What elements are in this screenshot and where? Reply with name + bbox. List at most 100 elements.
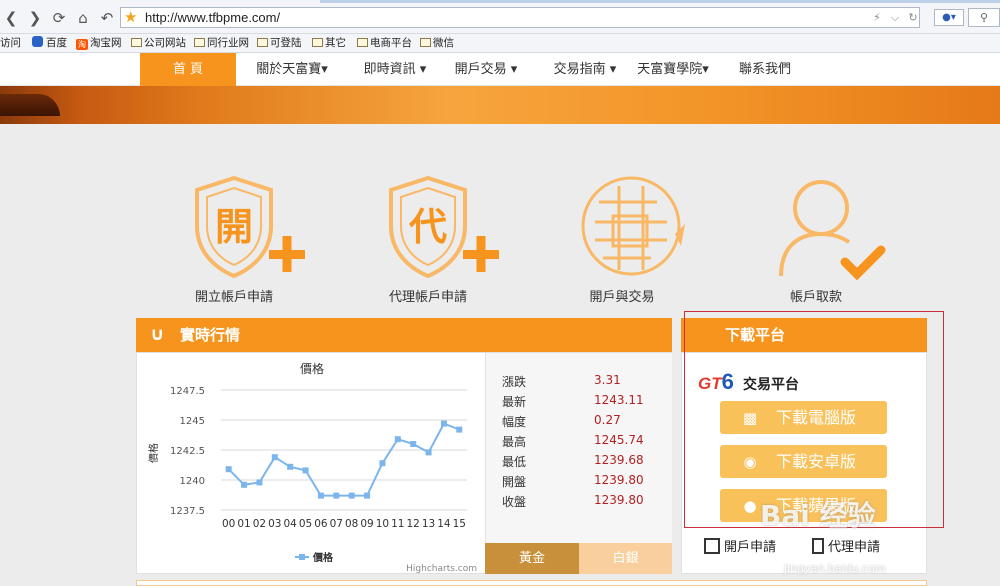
folder-icon — [420, 38, 431, 47]
nav-home[interactable]: 首 頁 — [140, 53, 236, 86]
nav-about[interactable]: 關於天富寶▾ — [244, 53, 340, 86]
nav-news[interactable]: 即時資訊 ▾ — [350, 53, 440, 86]
folder-icon — [257, 38, 268, 47]
data-point[interactable] — [394, 436, 401, 443]
legend[interactable]: 價格 — [295, 551, 334, 564]
agent-apply-link[interactable]: 代理申請 — [812, 536, 880, 555]
data-point[interactable] — [379, 460, 386, 467]
trend-icon: ∪ — [150, 324, 165, 345]
data-point[interactable] — [364, 492, 371, 499]
feature-open-account[interactable]: 開 開立帳戶申請 — [144, 174, 324, 306]
data-point[interactable] — [256, 479, 263, 486]
stats-table: 漲跌 3.31 最新 1243.11 幅度 0.27 最高 1245.74 最低 1239… — [485, 353, 672, 543]
x-tick-label: 09 — [360, 518, 373, 530]
dropdown-icon[interactable]: ⌵ — [887, 9, 903, 26]
y-tick-label: 1237.5 — [170, 506, 205, 517]
baidu-watermark-url: jingyan.baidu.com — [784, 562, 886, 575]
search-icon[interactable]: ⚲ — [968, 8, 1000, 27]
data-point[interactable] — [287, 463, 294, 470]
browser-toolbar: ❮ ❯ ⟳ ⌂ ↶ ★ http://www.tfbpme.com/ ⚡ ⌵ ↻… — [0, 0, 1000, 34]
bookmark-item[interactable]: 电商平台 — [357, 36, 412, 51]
legend-item: 價格 — [312, 551, 334, 564]
data-point[interactable] — [302, 467, 309, 474]
data-point[interactable] — [241, 481, 248, 488]
forward-icon[interactable]: ❯ — [26, 9, 44, 27]
bookmark-item[interactable]: 公司网站 — [131, 36, 186, 51]
baidu-watermark: Bai 经验 — [760, 499, 876, 532]
data-point[interactable] — [425, 449, 432, 456]
folder-icon — [357, 38, 368, 47]
x-tick-label: 00 — [222, 518, 235, 530]
feature-trading[interactable]: 開戶與交易 — [532, 174, 712, 306]
baidu-paw-icon — [32, 36, 43, 47]
data-point[interactable] — [440, 420, 447, 427]
edit-icon — [704, 538, 720, 554]
open-account-link[interactable]: 開戶申請 — [704, 536, 776, 555]
x-tick-label: 02 — [253, 518, 266, 530]
hero-banner — [0, 86, 1000, 124]
nav-account[interactable]: 開戶交易 ▾ — [446, 53, 526, 86]
x-tick-label: 06 — [314, 518, 328, 530]
shield-plus-icon: 代 — [389, 175, 499, 279]
price-chart: 1237.512401242.512451247.5 00 01 02 03 04 05 0… — [147, 361, 477, 574]
x-tick-label: 14 — [437, 518, 451, 530]
x-tick-label: 01 — [237, 518, 250, 530]
tab-silver[interactable]: 白銀 — [579, 543, 672, 574]
series-line — [227, 422, 460, 497]
feature-withdraw[interactable]: 帳戶取款 — [726, 174, 906, 306]
y-axis-label: 價格 — [147, 443, 160, 463]
favorite-star-icon[interactable]: ★ — [124, 8, 137, 27]
bookmark-item[interactable]: 百度 — [32, 36, 67, 51]
svg-text:代: 代 — [409, 205, 447, 249]
y-tick-label: 1245 — [180, 416, 205, 427]
nav-academy[interactable]: 天富寶學院▾ — [628, 53, 718, 86]
search-engine-icon[interactable]: ●▾ — [934, 9, 964, 26]
taobao-icon: 淘 — [76, 39, 88, 50]
y-tick-label: 1240 — [180, 476, 205, 487]
nav-guide[interactable]: 交易指南 ▾ — [540, 53, 630, 86]
bookmark-item[interactable]: 微信 — [420, 36, 454, 51]
y-tick-label: 1242.5 — [170, 446, 205, 457]
folder-icon — [312, 38, 323, 47]
chart-title: 價格 — [300, 361, 324, 376]
data-point[interactable] — [333, 492, 340, 499]
url-text[interactable]: http://www.tfbpme.com/ — [145, 10, 280, 25]
data-point[interactable] — [410, 441, 417, 447]
shield-plus-icon: 開 — [195, 175, 305, 279]
x-tick-label: 08 — [345, 518, 358, 530]
bottom-section-edge — [136, 580, 927, 586]
data-point[interactable] — [271, 454, 278, 461]
nav-contact[interactable]: 聯系我們 — [728, 53, 802, 86]
quotes-title: 實時行情 — [180, 326, 241, 344]
x-tick-label: 15 — [453, 518, 466, 530]
bookmark-item[interactable]: 可登陆 — [257, 36, 302, 51]
bookmark-item[interactable]: 淘淘宝网 — [76, 36, 122, 51]
x-tick-label: 04 — [284, 518, 298, 530]
bookmark-item[interactable]: 其它 — [312, 36, 346, 51]
refresh-icon[interactable]: ⟳ — [50, 9, 68, 27]
bookmark-item[interactable]: 访问 — [0, 36, 21, 51]
feature-label: 代理帳戶申請 — [388, 290, 467, 305]
lightning-icon[interactable]: ⚡ — [869, 9, 885, 26]
quotes-header: ∪ 實時行情 — [136, 318, 672, 352]
back-icon[interactable]: ❮ — [2, 9, 20, 27]
data-point[interactable] — [225, 466, 232, 473]
data-point[interactable] — [348, 492, 355, 499]
boat-graphic — [0, 94, 60, 116]
y-tick-label: 1247.5 — [170, 386, 205, 397]
user-check-icon — [779, 180, 886, 281]
folder-icon — [194, 38, 205, 47]
document-icon — [812, 538, 824, 554]
tab-gold[interactable]: 黃金 — [485, 543, 579, 574]
feature-agent-account[interactable]: 代 代理帳戶申請 — [338, 174, 518, 306]
x-tick-label: 11 — [391, 518, 404, 530]
address-bar[interactable]: ★ http://www.tfbpme.com/ ⚡ ⌵ ↻ — [120, 7, 920, 28]
home-icon[interactable]: ⌂ — [74, 9, 92, 27]
bookmark-item[interactable]: 同行业网 — [194, 36, 249, 51]
undo-icon[interactable]: ↶ — [98, 9, 116, 27]
chart-credit[interactable]: Highcharts.com — [406, 564, 477, 574]
reload-icon[interactable]: ↻ — [905, 9, 921, 26]
data-point[interactable] — [317, 492, 324, 499]
x-tick-label: 05 — [299, 518, 312, 530]
data-point[interactable] — [456, 426, 463, 433]
